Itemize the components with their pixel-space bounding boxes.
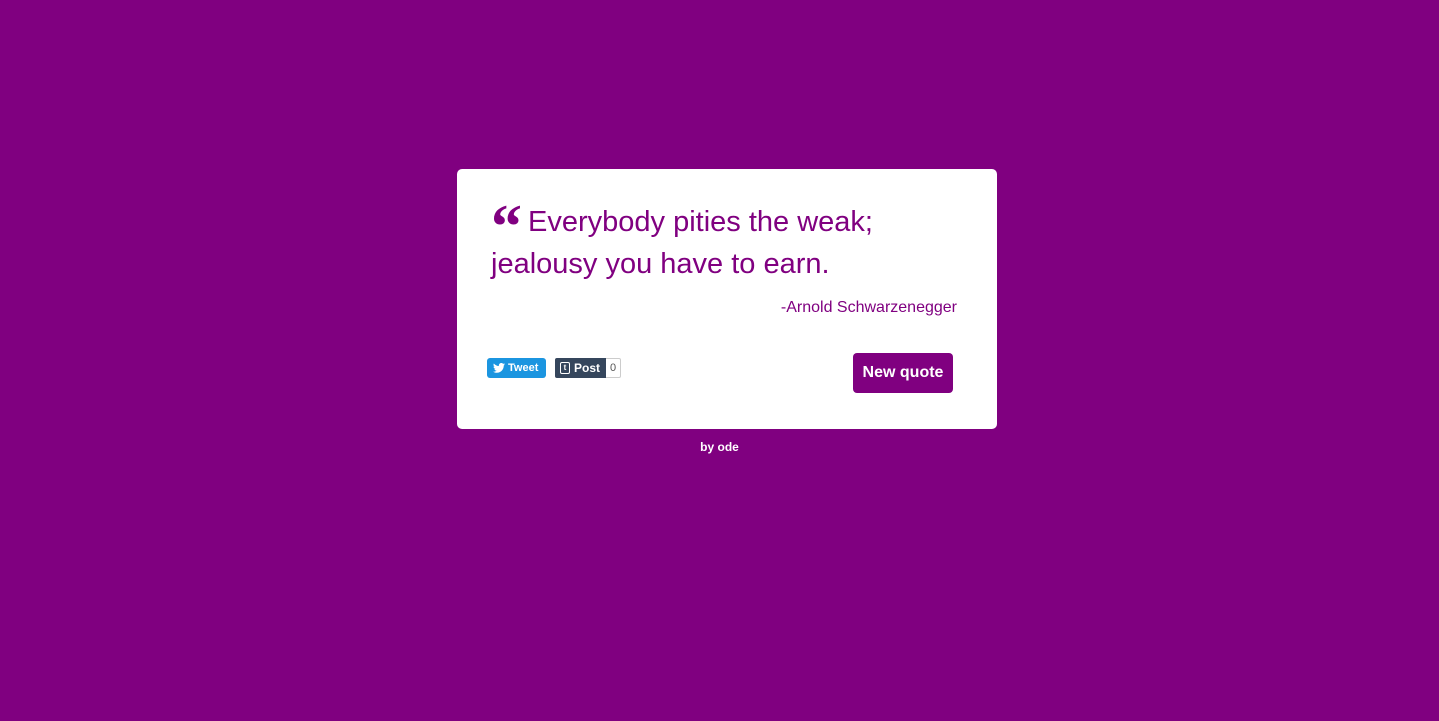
tumblr-icon: t [560, 362, 570, 374]
quote-author: -Arnold Schwarzenegger [780, 299, 957, 316]
tweet-label: Tweet [508, 362, 539, 374]
tweet-button[interactable]: Tweet [487, 358, 547, 378]
post-label: Post [574, 361, 601, 375]
quote-text-block: “Everybody pities the weak; jealousy you… [491, 193, 931, 285]
footer-credit: by ode [700, 440, 739, 454]
tumblr-post-button[interactable]: t Post [555, 358, 607, 378]
quote-text: Everybody pities the weak; jealousy you … [491, 206, 873, 280]
quote-left-icon: “ [491, 193, 522, 261]
page: “Everybody pities the weak; jealousy you… [0, 0, 1439, 721]
quote-box: “Everybody pities the weak; jealousy you… [457, 169, 997, 429]
twitter-bird-icon [493, 363, 505, 373]
post-count: 0 [606, 358, 622, 378]
tumblr-share: t Post 0 [555, 358, 622, 378]
new-quote-button[interactable]: New quote [853, 353, 953, 393]
